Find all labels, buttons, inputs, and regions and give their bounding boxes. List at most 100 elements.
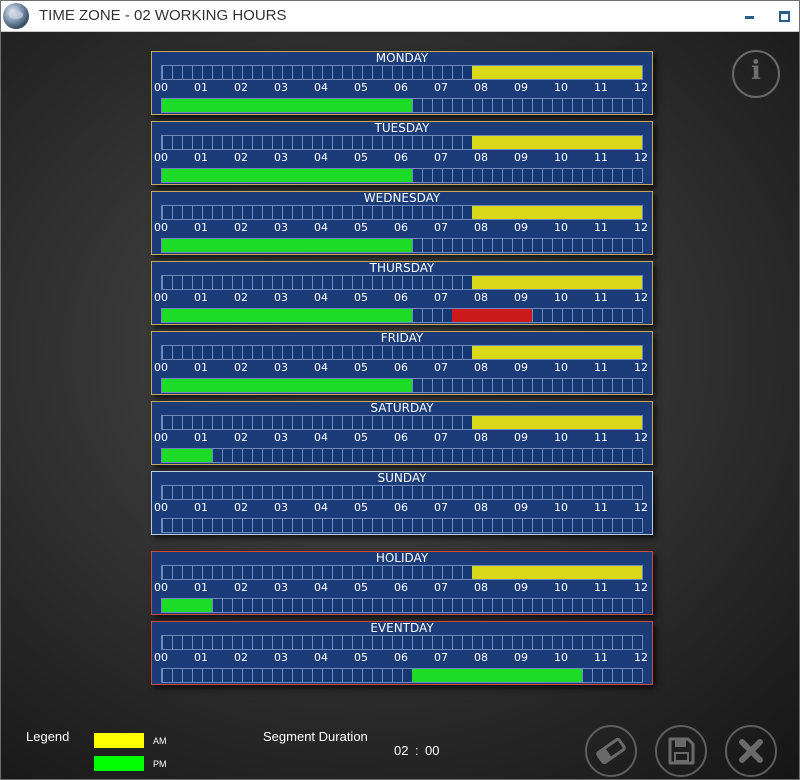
day-label: SATURDAY xyxy=(370,401,434,415)
pm-time-segment[interactable] xyxy=(162,599,212,612)
am-time-track[interactable] xyxy=(161,635,643,650)
pm-time-track[interactable] xyxy=(161,168,643,183)
pm-time-segment[interactable] xyxy=(412,669,582,682)
pm-time-segment[interactable] xyxy=(162,239,412,252)
hour-tick-label: 03 xyxy=(274,651,288,664)
hour-tick-label: 01 xyxy=(194,151,208,164)
am-time-track[interactable] xyxy=(161,565,643,580)
hour-tick-label: 01 xyxy=(194,431,208,444)
am-time-track[interactable] xyxy=(161,65,643,80)
am-time-track[interactable] xyxy=(161,485,643,500)
pm-time-segment[interactable] xyxy=(162,379,412,392)
am-time-segment[interactable] xyxy=(472,566,642,579)
hour-tick-label: 01 xyxy=(194,501,208,514)
hour-tick-label: 00 xyxy=(154,151,168,164)
hour-tick-label: 08 xyxy=(474,291,488,304)
hour-tick-label: 06 xyxy=(394,151,408,164)
hour-tick-label: 02 xyxy=(234,431,248,444)
pm-time-track[interactable] xyxy=(161,598,643,613)
floppy-disk-icon xyxy=(668,737,695,765)
schedule-panel-eventday: EVENTDAY 00 01 02 03 04 05 06 07 08 09 10 11 12 xyxy=(151,621,653,685)
hour-tick-label: 12 xyxy=(634,501,648,514)
pm-time-segment[interactable] xyxy=(162,449,212,462)
info-button[interactable]: i xyxy=(732,50,780,98)
minimize-icon[interactable] xyxy=(739,5,761,27)
hour-tick-label: 03 xyxy=(274,221,288,234)
am-time-segment[interactable] xyxy=(472,66,642,79)
am-time-track[interactable] xyxy=(161,135,643,150)
am-time-segment[interactable] xyxy=(472,416,642,429)
legend-pm-label: PM xyxy=(153,759,167,769)
day-label: WEDNESDAY xyxy=(363,191,441,205)
hour-tick-label: 07 xyxy=(434,431,448,444)
segment-duration-minutes[interactable]: 00 xyxy=(425,743,439,758)
am-time-track[interactable] xyxy=(161,345,643,360)
hour-tick-label: 11 xyxy=(594,291,608,304)
window-title: TIME ZONE - 02 WORKING HOURS xyxy=(39,7,287,24)
am-time-segment[interactable] xyxy=(472,136,642,149)
hour-tick-label: 01 xyxy=(194,221,208,234)
hour-tick-label: 06 xyxy=(394,291,408,304)
hour-tick-label: 04 xyxy=(314,221,328,234)
pm-time-track[interactable] xyxy=(161,238,643,253)
pm-time-track[interactable] xyxy=(161,308,643,323)
schedule-panel-sunday: SUNDAY 00 01 02 03 04 05 06 07 08 09 10 11 12 xyxy=(151,471,653,535)
am-time-segment[interactable] xyxy=(472,346,642,359)
hour-tick-label: 09 xyxy=(514,81,528,94)
eraser-icon xyxy=(596,737,626,765)
app-logo-icon xyxy=(3,3,29,29)
pm-time-track[interactable] xyxy=(161,518,643,533)
am-time-track[interactable] xyxy=(161,205,643,220)
am-time-segment[interactable] xyxy=(472,206,642,219)
pm-time-track[interactable] xyxy=(161,378,643,393)
hour-tick-label: 06 xyxy=(394,81,408,94)
hour-tick-label: 00 xyxy=(154,431,168,444)
hour-tick-label: 09 xyxy=(514,151,528,164)
pm-time-segment[interactable] xyxy=(452,309,532,322)
pm-time-segment[interactable] xyxy=(162,99,412,112)
hour-tick-label: 10 xyxy=(554,151,568,164)
hour-tick-label: 07 xyxy=(434,581,448,594)
hour-tick-label: 07 xyxy=(434,291,448,304)
am-time-segment[interactable] xyxy=(472,276,642,289)
day-label: TUESDAY xyxy=(374,121,430,135)
hour-tick-label: 08 xyxy=(474,431,488,444)
maximize-icon[interactable] xyxy=(773,5,795,27)
hour-tick-label: 11 xyxy=(594,501,608,514)
am-time-track[interactable] xyxy=(161,415,643,430)
hour-tick-label: 06 xyxy=(394,361,408,374)
hour-tick-label: 04 xyxy=(314,81,328,94)
hour-tick-label: 11 xyxy=(594,651,608,664)
am-time-track[interactable] xyxy=(161,275,643,290)
save-button[interactable] xyxy=(655,725,707,777)
hour-tick-label: 12 xyxy=(634,291,648,304)
schedule-panel-wednesday: WEDNESDAY 00 01 02 03 04 05 06 07 08 09 10 11 12 xyxy=(151,191,653,255)
hour-tick-label: 06 xyxy=(394,221,408,234)
close-button[interactable] xyxy=(725,725,777,777)
hour-tick-label: 06 xyxy=(394,651,408,664)
hour-tick-label: 08 xyxy=(474,221,488,234)
hour-tick-label: 09 xyxy=(514,291,528,304)
pm-time-track[interactable] xyxy=(161,668,643,683)
hour-tick-label: 05 xyxy=(354,81,368,94)
hour-tick-label: 12 xyxy=(634,581,648,594)
hour-tick-label: 08 xyxy=(474,651,488,664)
pm-time-segment[interactable] xyxy=(162,309,412,322)
hour-tick-label: 09 xyxy=(514,651,528,664)
hour-tick-label: 00 xyxy=(154,221,168,234)
hour-tick-label: 12 xyxy=(634,151,648,164)
pm-time-track[interactable] xyxy=(161,448,643,463)
pm-time-track[interactable] xyxy=(161,98,643,113)
hour-tick-label: 10 xyxy=(554,501,568,514)
hour-tick-label: 10 xyxy=(554,291,568,304)
hour-tick-label: 10 xyxy=(554,431,568,444)
pm-time-segment[interactable] xyxy=(162,169,412,182)
segment-duration-hours[interactable]: 02 xyxy=(394,743,408,758)
erase-button[interactable] xyxy=(585,725,637,777)
hour-tick-label: 12 xyxy=(634,361,648,374)
hour-tick-label: 01 xyxy=(194,361,208,374)
day-label: EVENTDAY xyxy=(370,621,434,635)
hour-tick-label: 10 xyxy=(554,581,568,594)
hour-tick-label: 08 xyxy=(474,581,488,594)
hour-tick-label: 00 xyxy=(154,651,168,664)
